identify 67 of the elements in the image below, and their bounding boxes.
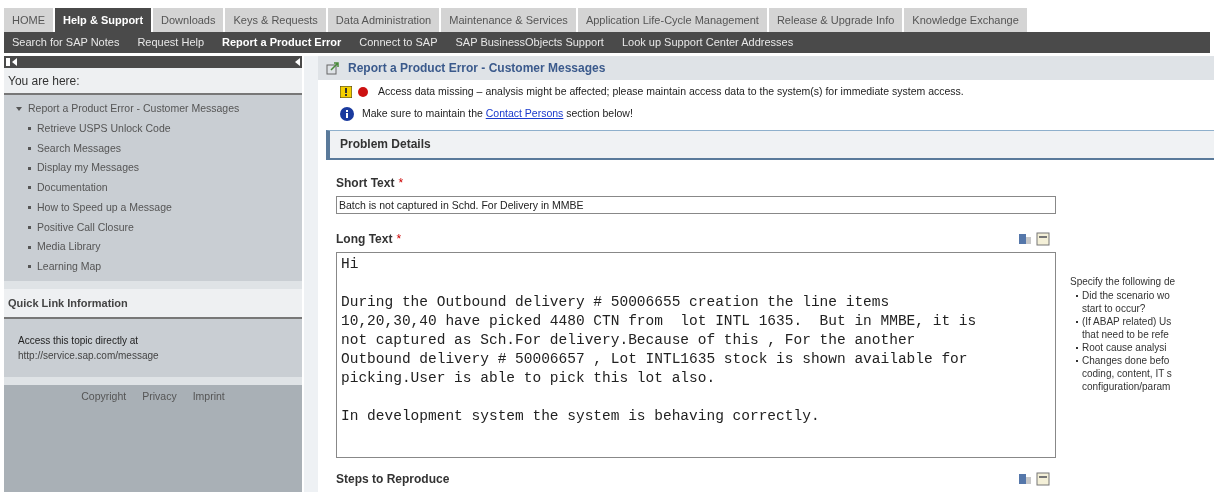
bullet-icon [28,127,31,131]
nav-tab[interactable]: Application Life-Cycle Management [577,8,767,32]
nav-tab[interactable]: Data Administration [327,8,440,32]
document-icon[interactable] [1036,471,1050,486]
nav-tab[interactable]: Release & Upgrade Info [768,8,903,32]
external-window-icon [326,61,340,75]
required-mark: * [398,175,404,190]
nav-tab[interactable]: HOME [4,8,53,32]
warning-message: Access data missing – analysis might be affected; please maintain access data to the system(s) for immediate system access. [378,84,964,99]
help-item: Changes done befo coding, content, IT s configuration/param [1082,353,1172,393]
bullet-icon [28,265,31,269]
help-item: Did the scenario wo start to occur? [1082,288,1170,315]
nav-tab[interactable]: Help & Support [55,8,152,32]
text-format-icon[interactable] [1018,471,1032,486]
tree-item[interactable]: Retrieve USPS Unlock Code [37,120,171,137]
bullet-icon [28,146,31,150]
tree-item[interactable]: Documentation [37,180,108,196]
tree-item[interactable]: Learning Map [37,259,102,275]
tree-item[interactable]: Media Library [37,239,101,255]
subnav-link[interactable]: SAP BusinessObjects Support [455,34,604,51]
subnav-link[interactable]: Connect to SAP [359,34,438,51]
bullet-icon [28,206,31,210]
nav-tab[interactable]: Downloads [153,8,224,32]
nav-tab[interactable]: Maintenance & Services [441,8,576,32]
field-label: Short Text [336,175,395,190]
info-icon [340,106,354,121]
section-title: Quick Link Information [8,295,128,311]
quick-link-url[interactable]: http://service.sap.com/message [18,347,302,363]
help-text: Specify the following de [1070,274,1176,289]
short-text-field[interactable]: Batch is not captured in Schd. For Delivery in MMBE [336,195,1056,214]
field-label: Long Text [336,231,393,246]
field-label: Steps to Reproduce [336,470,450,488]
caret-icon[interactable] [295,58,300,66]
subnav-link[interactable]: Request Help [137,34,205,51]
document-icon[interactable] [1036,231,1050,246]
quick-link-text: Access this topic directly at [18,333,140,348]
footer-link[interactable]: Privacy [142,388,177,405]
bullet-icon [28,166,31,170]
help-item: (If ABAP related) Us that need to be refe [1082,314,1172,341]
required-mark: * [396,231,402,246]
subnav-link[interactable]: Look up Support Center Addresses [621,34,794,51]
section-title: Problem Details [340,136,431,153]
long-text-field[interactable]: Hi During the Outbound delivery # 50006655 creation the line items 10,20,30,40 have picked 4480 CTN from lot INTL 1635. But in MMBE, it is not captured as Sch.For delivery.Because of this , For the another Outbound delivery # 50006657 , Lot INTL1635 stock is shown available for picking.User is able to pick this lot also. In development system the system is behaving correctly. [336,251,1056,458]
footer-link[interactable]: Copyright [81,388,127,405]
info-message: Make sure to maintain the Contact Persons section below! [362,105,633,121]
warning-icon [340,85,352,98]
tree-item[interactable]: Search Messages [37,140,122,157]
subnav-link[interactable]: Search for SAP Notes [12,34,120,51]
tree-item[interactable]: Report a Product Error - Customer Messages [28,101,240,117]
nav-tab[interactable]: Knowledge Exchange [904,8,1027,32]
collapse-icon[interactable] [6,58,18,66]
tree-item[interactable]: How to Speed up a Message [37,199,172,216]
help-item: Root cause analysi [1082,340,1167,354]
bullet-icon [28,225,31,229]
expand-arrow-icon[interactable] [16,105,22,112]
tree-item[interactable]: Display my Messages [37,160,140,176]
bullet-icon [28,245,31,249]
tree-item[interactable]: Positive Call Closure [37,219,134,236]
section-title: You are here: [8,72,80,90]
footer-link[interactable]: Imprint [192,388,225,405]
page-title: Report a Product Error - Customer Messages [348,60,606,77]
error-dot-icon [358,86,368,97]
bullet-icon [28,186,31,190]
subnav-link[interactable]: Report a Product Error [222,34,342,51]
text-format-icon[interactable] [1018,231,1032,246]
nav-tab[interactable]: Keys & Requests [225,8,326,32]
contact-persons-link[interactable]: Contact Persons [485,106,564,119]
